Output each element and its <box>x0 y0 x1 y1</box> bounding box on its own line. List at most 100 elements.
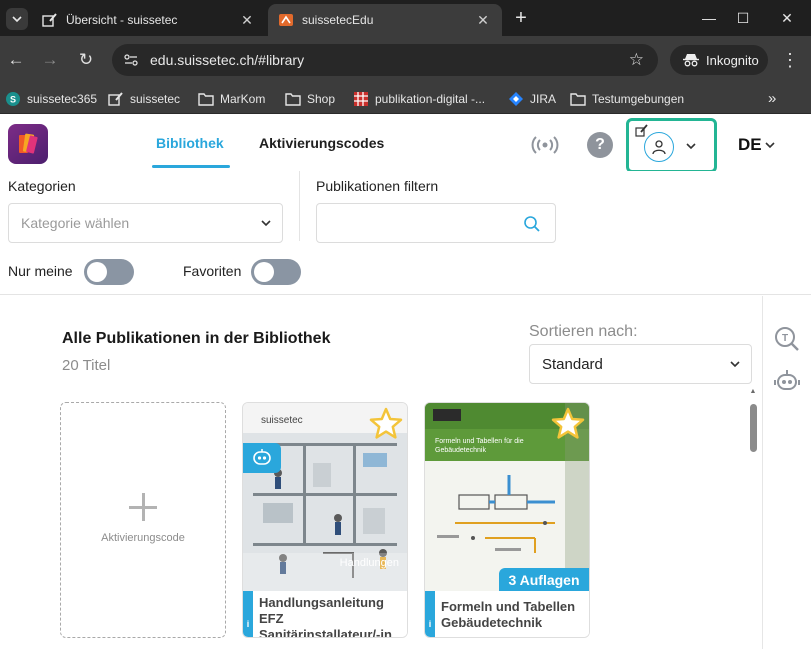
minimize-icon[interactable]: — <box>694 6 724 30</box>
edit-page-icon <box>108 91 124 107</box>
browser-tab-strip: Übersicht - suissetec ✕ suissetecEdu ✕ +… <box>0 0 811 36</box>
forward-icon[interactable]: → <box>38 48 62 72</box>
favorites-toggle[interactable] <box>251 259 301 285</box>
editions-badge[interactable]: 3 Auflagen <box>499 568 589 592</box>
bookmarks-bar: S suissetec365 suissetec MarKom Shop pub… <box>0 84 811 114</box>
library-content: Alle Publikationen in der Bibliothek 20 … <box>0 296 811 649</box>
url-text: edu.suissetec.ch/#library <box>150 52 305 68</box>
cover-caption: Handlungen <box>339 557 399 569</box>
folder-icon <box>198 91 214 107</box>
bookmark-suissetec365[interactable]: S suissetec365 <box>5 90 97 108</box>
library-count: 20 Titel <box>62 357 111 374</box>
chevron-down-icon <box>12 16 22 23</box>
help-icon[interactable]: ? <box>587 132 613 158</box>
folder-icon <box>285 91 301 107</box>
publication-title: Handlungsanleitung EFZ Sanitärinstallate… <box>259 595 392 638</box>
bookmark-label: Testumgebungen <box>592 92 685 106</box>
language-selector[interactable]: DE <box>738 135 776 155</box>
close-tab-icon[interactable]: ✕ <box>472 12 494 29</box>
publication-card[interactable]: Formeln und Tabellen für die Gebäudetech… <box>424 402 590 638</box>
library-title: Alle Publikationen in der Bibliothek <box>62 330 331 347</box>
sort-value: Standard <box>542 355 603 373</box>
info-icon[interactable]: i <box>243 591 253 637</box>
search-icon[interactable] <box>523 215 541 238</box>
chevron-down-icon <box>729 358 741 370</box>
only-mine-label: Nur meine <box>8 263 73 279</box>
browser-menu-icon[interactable]: ⋮ <box>778 48 802 72</box>
bookmark-shop[interactable]: Shop <box>285 90 335 108</box>
maximize-icon[interactable]: ☐ <box>728 6 758 30</box>
bookmark-label: MarKom <box>220 92 266 106</box>
tab-uebersicht[interactable]: Übersicht - suissetec ✕ <box>32 4 266 36</box>
sharepoint-icon: S <box>5 91 21 107</box>
bookmark-label: Shop <box>307 92 336 106</box>
bookmark-suissetec[interactable]: suissetec <box>108 90 180 108</box>
bookmark-label: publikation-digital -... <box>375 92 486 106</box>
tab-suissetecedu[interactable]: suissetecEdu ✕ <box>268 4 502 36</box>
category-select[interactable]: Kategorie wählen <box>8 203 283 243</box>
tab-label: Übersicht - suissetec <box>66 13 178 27</box>
more-bookmarks-icon[interactable]: » <box>768 90 776 107</box>
publication-search-input[interactable] <box>316 203 556 243</box>
close-window-icon[interactable]: ✕ <box>772 6 802 30</box>
back-icon[interactable]: ← <box>4 48 28 72</box>
site-settings-icon[interactable] <box>122 51 140 69</box>
svg-text:S: S <box>10 95 16 105</box>
assistant-robot-icon[interactable] <box>774 370 800 392</box>
browser-toolbar: ← → ↻ edu.suissetec.ch/#library ☆ Inkogn… <box>0 36 811 84</box>
close-tab-icon[interactable]: ✕ <box>236 12 258 29</box>
library-scrollbar[interactable]: ▲ <box>748 388 758 649</box>
user-menu-button[interactable] <box>626 118 717 173</box>
suissetecedu-logo-icon[interactable] <box>8 124 48 164</box>
chevron-down-icon <box>765 142 775 149</box>
bookmark-label: suissetec <box>130 92 181 106</box>
publication-info: i Formeln und Tabellen Gebäudetechnik <box>425 591 589 637</box>
reload-icon[interactable]: ↻ <box>74 48 98 72</box>
broadcast-icon[interactable] <box>530 132 560 158</box>
address-bar[interactable]: edu.suissetec.ch/#library ☆ <box>112 44 658 76</box>
category-placeholder: Kategorie wählen <box>21 215 130 231</box>
nav-aktivierungscodes[interactable]: Aktivierungscodes <box>259 135 384 151</box>
edit-page-icon <box>42 12 58 28</box>
publication-info: i Handlungsanleitung EFZ Sanitärinstalla… <box>243 591 407 638</box>
scrollbar-thumb[interactable] <box>750 404 757 452</box>
toggle-knob <box>254 262 274 282</box>
bookmark-label: JIRA <box>530 92 557 106</box>
sort-label: Sortieren nach: <box>529 323 638 340</box>
bookmark-label: suissetec365 <box>27 92 98 106</box>
bookmark-publikation-digital[interactable]: publikation-digital -... <box>353 90 485 108</box>
bookmark-markom[interactable]: MarKom <box>198 90 265 108</box>
tab-label: suissetecEdu <box>302 13 374 27</box>
language-label: DE <box>738 135 762 154</box>
favorite-star-icon[interactable] <box>551 407 585 441</box>
jira-icon <box>508 91 524 107</box>
add-activation-code-card[interactable]: Aktivierungscode <box>60 402 226 638</box>
sort-select[interactable]: Standard <box>529 344 752 384</box>
only-mine-toggle[interactable] <box>84 259 134 285</box>
nav-active-underline <box>152 165 230 168</box>
text-search-icon[interactable]: T <box>774 326 800 352</box>
user-avatar-icon <box>644 132 674 162</box>
scroll-up-icon[interactable]: ▲ <box>748 388 758 395</box>
search-label: Publikationen filtern <box>316 178 439 194</box>
favorites-label: Favoriten <box>183 263 242 279</box>
svg-text:T: T <box>782 333 788 344</box>
right-rail-divider <box>762 296 763 649</box>
filter-panel: Kategorien Kategorie wählen Publikatione… <box>0 171 811 295</box>
tab-search-button[interactable] <box>6 8 28 30</box>
suissetecedu-favicon <box>278 12 294 28</box>
publication-card[interactable]: suissetec Handlungen i Handlungsanleitun… <box>242 402 408 638</box>
nav-bibliothek[interactable]: Bibliothek <box>156 135 224 151</box>
incognito-indicator[interactable]: Inkognito <box>670 45 768 75</box>
edu-assistant-badge-icon <box>243 443 281 473</box>
chevron-down-icon <box>260 217 272 229</box>
cover-heading: Formeln und Tabellen für die Gebäudetech… <box>435 438 524 454</box>
new-tab-button[interactable]: + <box>510 8 532 30</box>
bookmark-star-icon[interactable]: ☆ <box>629 50 644 70</box>
info-icon[interactable]: i <box>425 591 435 637</box>
bookmark-jira[interactable]: JIRA <box>508 90 556 108</box>
incognito-icon <box>682 53 700 67</box>
favorite-star-icon[interactable] <box>369 407 403 441</box>
incognito-label: Inkognito <box>706 52 759 68</box>
bookmark-testumgebungen[interactable]: Testumgebungen <box>570 90 684 108</box>
